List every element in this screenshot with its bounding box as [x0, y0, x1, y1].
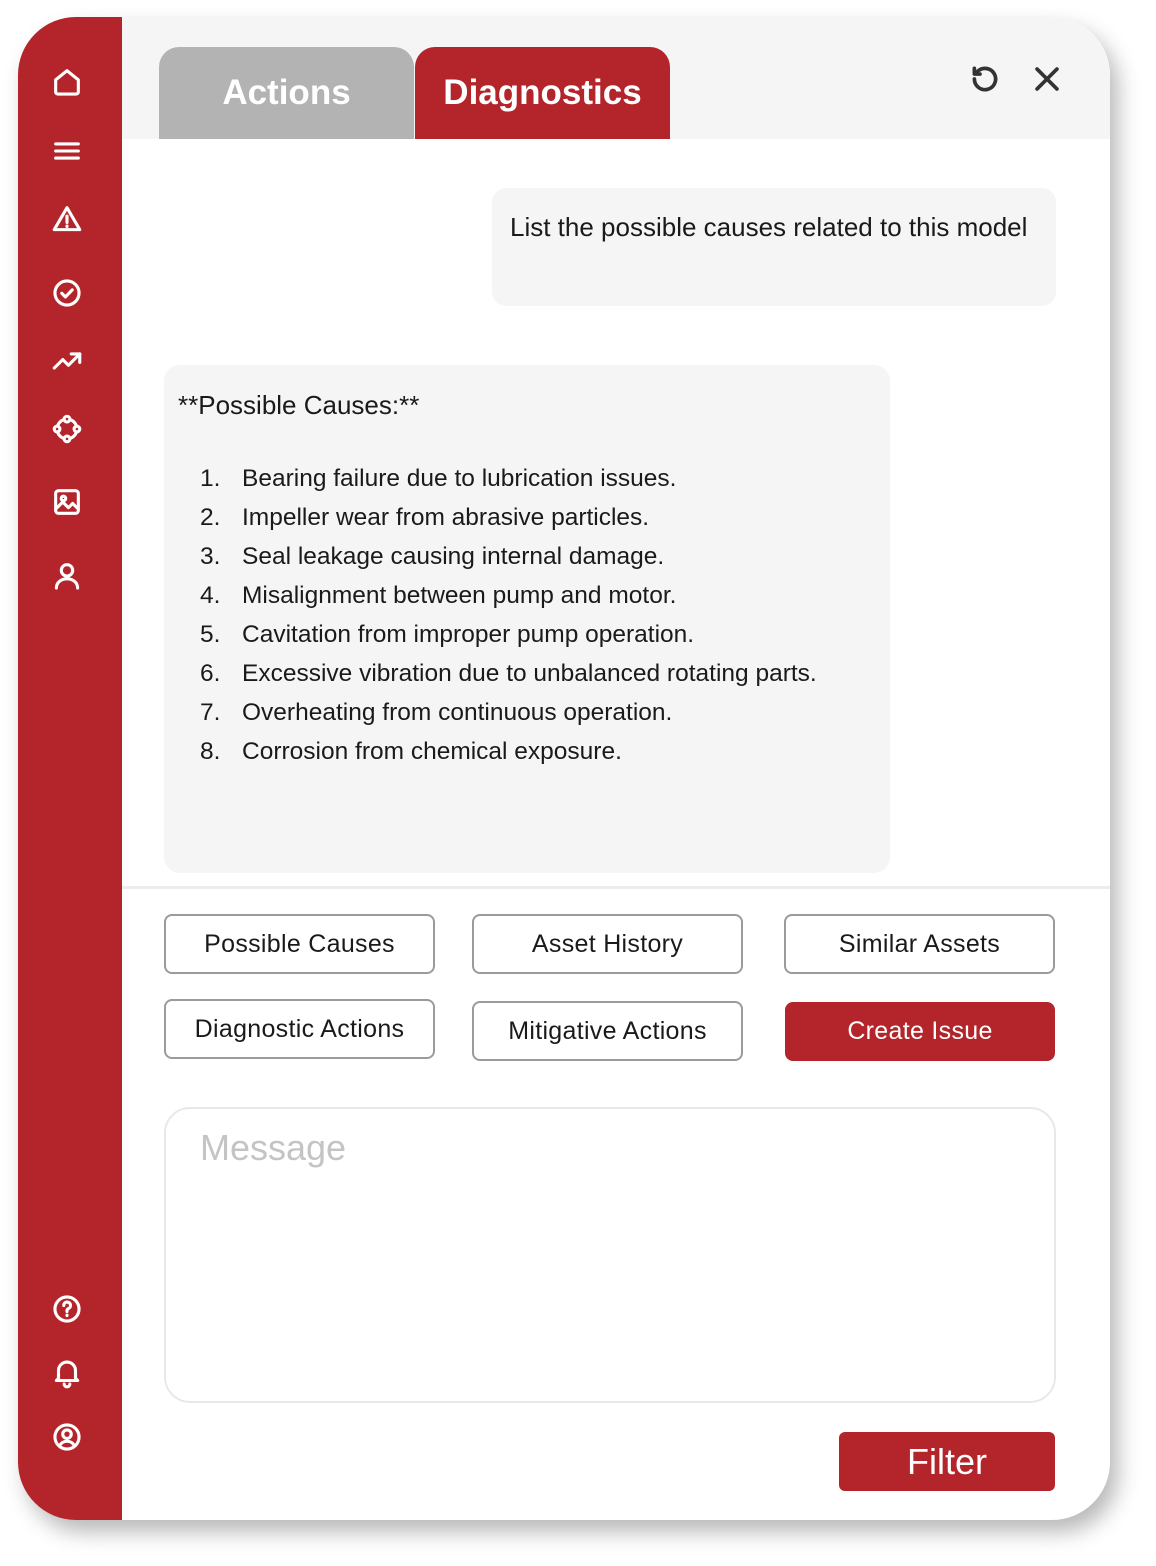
divider — [122, 886, 1110, 889]
user-message-bubble: List the possible causes related to this… — [492, 188, 1056, 306]
menu-icon[interactable] — [47, 131, 87, 171]
list-item: 5. Cavitation from improper pump operatio… — [200, 621, 695, 648]
user-message-text: List the possible causes related to this… — [510, 212, 1028, 242]
account-icon[interactable] — [47, 1417, 87, 1457]
image-icon[interactable] — [47, 482, 87, 522]
sidebar — [18, 17, 122, 1520]
list-item: 1. Bearing failure due to lubrication iss… — [200, 465, 677, 492]
help-icon[interactable] — [47, 1289, 87, 1329]
close-icon[interactable] — [1027, 59, 1067, 99]
check-circle-icon[interactable] — [47, 273, 87, 313]
list-item: 6. Excessive vibration due to unbalanced … — [200, 660, 817, 687]
list-item: 8. Corrosion from chemical exposure. — [200, 738, 622, 765]
list-item: 7. Overheating from continuous operation. — [200, 699, 673, 726]
bell-icon[interactable] — [47, 1352, 87, 1392]
list-item: 2. Impeller wear from abrasive particles. — [200, 504, 650, 531]
causes-list: 1. Bearing failure due to lubrication iss… — [178, 459, 876, 771]
message-input[interactable]: Message — [164, 1107, 1056, 1403]
refresh-icon[interactable] — [965, 59, 1005, 99]
warning-icon[interactable] — [47, 199, 87, 239]
asset-history-button[interactable]: Asset History — [472, 914, 743, 974]
list-item: 4. Misalignment between pump and motor. — [200, 582, 677, 609]
assistant-message-bubble: **Possible Causes:** 1. Bearing failure d… — [164, 365, 890, 873]
mitigative-actions-button[interactable]: Mitigative Actions — [472, 1001, 743, 1061]
filter-button[interactable]: Filter — [839, 1432, 1055, 1491]
possible-causes-button[interactable]: Possible Causes — [164, 914, 435, 974]
user-icon[interactable] — [47, 556, 87, 596]
list-item: 3. Seal leakage causing internal damage. — [200, 543, 665, 570]
tab-diagnostics[interactable]: Diagnostics — [415, 47, 670, 139]
tab-actions[interactable]: Actions — [159, 47, 414, 139]
nodes-icon[interactable] — [47, 409, 87, 449]
trending-icon[interactable] — [47, 341, 87, 381]
diagnostic-actions-button[interactable]: Diagnostic Actions — [164, 999, 435, 1059]
header: Actions Diagnostics — [122, 17, 1110, 139]
assistant-message-title: **Possible Causes:** — [178, 390, 420, 420]
message-placeholder: Message — [200, 1127, 347, 1168]
app-window: Actions Diagnostics List the possible ca… — [18, 17, 1110, 1520]
home-icon[interactable] — [47, 62, 87, 102]
similar-assets-button[interactable]: Similar Assets — [784, 914, 1055, 974]
create-issue-button[interactable]: Create Issue — [785, 1002, 1055, 1061]
